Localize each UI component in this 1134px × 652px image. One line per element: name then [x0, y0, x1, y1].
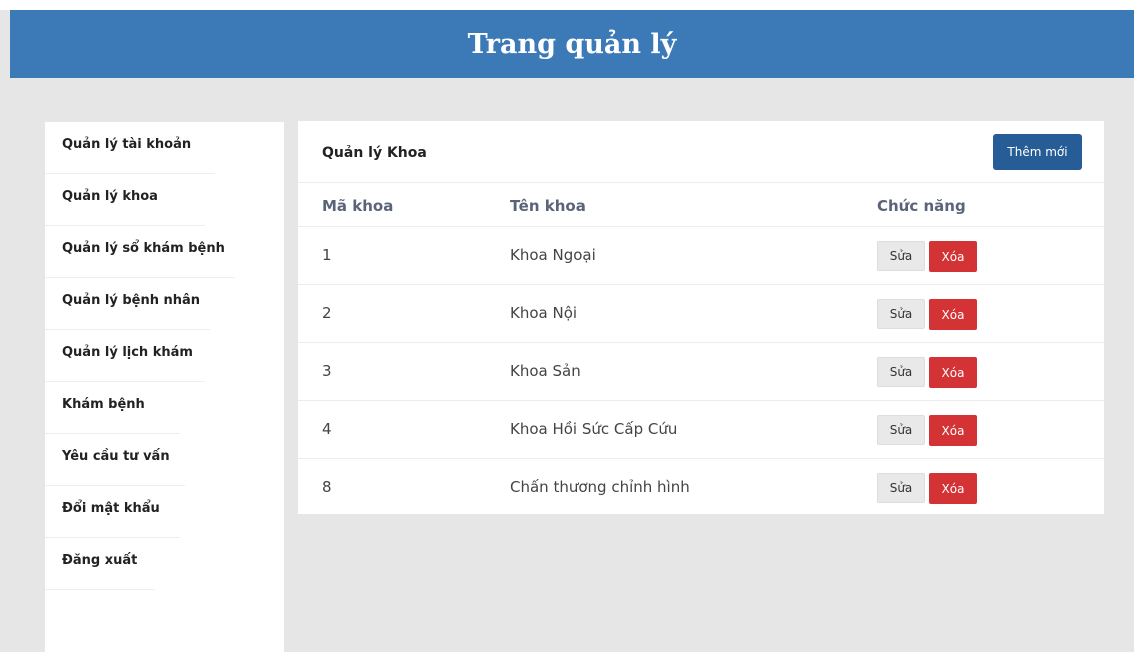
edit-button[interactable]: Sửa — [877, 241, 925, 271]
column-header-id: Mã khoa — [322, 197, 394, 215]
delete-button[interactable]: Xóa — [929, 241, 977, 272]
delete-button[interactable]: Xóa — [929, 299, 977, 330]
table-row: 4 Khoa Hồi Sức Cấp Cứu Sửa Xóa — [298, 401, 1104, 459]
column-header-actions: Chức năng — [877, 197, 966, 215]
sidebar-item-consultation[interactable]: Yêu cầu tư vấn — [45, 434, 185, 486]
panel-title: Quản lý Khoa — [322, 145, 427, 161]
sidebar-item-schedule[interactable]: Quản lý lịch khám — [45, 330, 205, 382]
page-title: Trang quản lý — [467, 28, 677, 60]
department-panel: Quản lý Khoa Thêm mới Mã khoa Tên khoa C… — [298, 121, 1104, 514]
edit-button[interactable]: Sửa — [877, 415, 925, 445]
delete-button[interactable]: Xóa — [929, 473, 977, 504]
delete-button[interactable]: Xóa — [929, 415, 977, 446]
sidebar-item-examination[interactable]: Khám bệnh — [45, 382, 180, 434]
sidebar-item-change-password[interactable]: Đổi mật khẩu — [45, 486, 180, 538]
add-new-button[interactable]: Thêm mới — [993, 134, 1082, 170]
department-name: Khoa Nội — [510, 304, 578, 322]
panel-header: Quản lý Khoa Thêm mới — [298, 121, 1104, 183]
department-id: 8 — [322, 478, 332, 496]
department-id: 2 — [322, 304, 332, 322]
sidebar-item-departments[interactable]: Quản lý khoa — [45, 174, 205, 226]
edit-button[interactable]: Sửa — [877, 299, 925, 329]
edit-button[interactable]: Sửa — [877, 473, 925, 503]
edit-button[interactable]: Sửa — [877, 357, 925, 387]
table-header: Mã khoa Tên khoa Chức năng — [298, 183, 1104, 227]
column-header-name: Tên khoa — [510, 197, 586, 215]
department-name: Khoa Sản — [510, 362, 581, 380]
table-row: 8 Chấn thương chỉnh hình Sửa Xóa — [298, 459, 1104, 514]
sidebar-item-medical-books[interactable]: Quản lý sổ khám bệnh — [45, 226, 235, 278]
top-strip — [0, 0, 1134, 10]
department-name: Chấn thương chỉnh hình — [510, 478, 690, 496]
department-id: 3 — [322, 362, 332, 380]
page-header: Trang quản lý — [10, 10, 1134, 78]
table-row: 1 Khoa Ngoại Sửa Xóa — [298, 227, 1104, 285]
department-name: Khoa Hồi Sức Cấp Cứu — [510, 420, 678, 438]
department-id: 1 — [322, 246, 332, 264]
table-row: 3 Khoa Sản Sửa Xóa — [298, 343, 1104, 401]
sidebar-item-logout[interactable]: Đăng xuất — [45, 538, 155, 590]
delete-button[interactable]: Xóa — [929, 357, 977, 388]
sidebar-item-patients[interactable]: Quản lý bệnh nhân — [45, 278, 210, 330]
sidebar-item-accounts[interactable]: Quản lý tài khoản — [45, 122, 215, 174]
sidebar: Quản lý tài khoản Quản lý khoa Quản lý s… — [45, 122, 284, 652]
department-id: 4 — [322, 420, 332, 438]
department-name: Khoa Ngoại — [510, 246, 596, 264]
table-row: 2 Khoa Nội Sửa Xóa — [298, 285, 1104, 343]
